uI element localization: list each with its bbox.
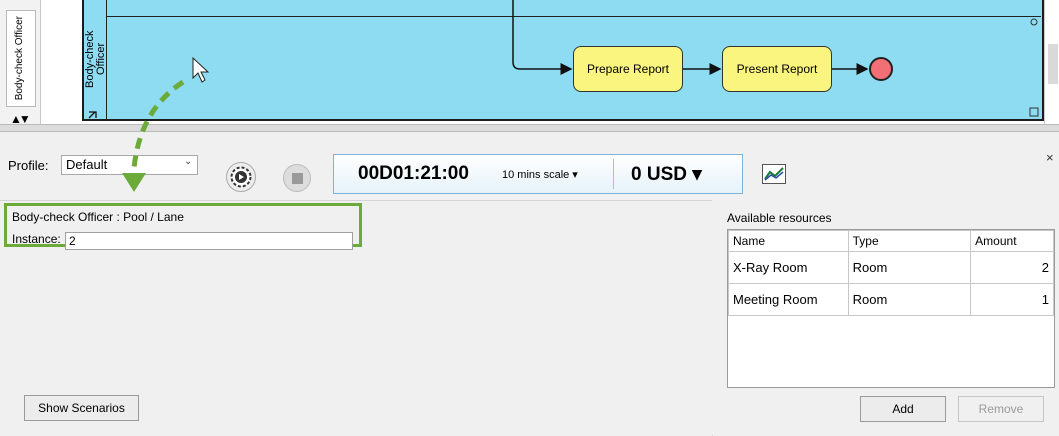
task-present-report[interactable]: Present Report — [722, 46, 832, 92]
column-header-amount[interactable]: Amount — [970, 230, 1054, 252]
chart-icon[interactable] — [762, 164, 786, 184]
time-scale-dropdown[interactable]: 10 mins scale ▾ — [502, 168, 578, 181]
task-prepare-report[interactable]: Prepare Report — [573, 46, 683, 92]
close-icon[interactable]: × — [1046, 150, 1054, 165]
lane-corner-handle — [1030, 18, 1038, 26]
status-separator — [613, 159, 614, 189]
cell-name[interactable]: Meeting Room — [728, 283, 849, 316]
table-row[interactable]: Meeting Room Room 1 — [728, 283, 1054, 316]
cell-amount[interactable]: 2 — [970, 251, 1054, 284]
properties-title: Body-check Officer : Pool / Lane — [12, 210, 184, 224]
cell-type[interactable]: Room — [847, 283, 972, 316]
scrollbar-thumb[interactable] — [1048, 44, 1058, 84]
run-simulation-button[interactable] — [226, 162, 256, 192]
task-present-label: Present Report — [736, 62, 818, 76]
add-resource-button[interactable]: Add — [860, 396, 946, 422]
remove-resource-button[interactable]: Remove — [958, 396, 1044, 422]
table-row[interactable]: X-Ray Room Room 2 — [728, 251, 1054, 284]
instance-input[interactable]: 2 — [65, 232, 353, 250]
flow-to-prepare — [512, 0, 573, 75]
table-header-row: Name Type Amount — [728, 230, 1054, 252]
profile-label: Profile: — [8, 158, 49, 173]
task-prepare-label: Prepare Report — [586, 62, 670, 76]
annotation-arrowhead — [122, 173, 146, 192]
profile-select[interactable]: Default — [61, 155, 198, 175]
stop-simulation-button[interactable] — [283, 164, 311, 192]
cost-dropdown[interactable]: 0 USD ▾ — [631, 163, 702, 186]
instance-label: Instance: — [12, 232, 61, 246]
simulation-time: 00D01:21:00 — [358, 163, 469, 184]
end-event[interactable] — [869, 57, 893, 81]
cell-type[interactable]: Room — [847, 251, 972, 284]
column-header-name[interactable]: Name — [728, 230, 849, 252]
split-pane-divider[interactable] — [0, 124, 1059, 132]
lane-resize-handle — [1029, 107, 1039, 117]
lane-expand-icon — [88, 111, 97, 119]
show-scenarios-button[interactable]: Show Scenarios — [24, 395, 139, 421]
play-icon — [230, 166, 252, 188]
column-header-type[interactable]: Type — [847, 230, 972, 252]
cell-name[interactable]: X-Ray Room — [728, 251, 849, 284]
cell-amount[interactable]: 1 — [970, 283, 1054, 316]
resources-title: Available resources — [727, 211, 832, 225]
sequence-flows — [88, 0, 1039, 119]
stop-icon — [291, 172, 303, 184]
resources-table[interactable]: Name Type Amount X-Ray Room Room 2 Meeti… — [727, 229, 1055, 388]
chevron-down-icon[interactable]: ⌄ — [184, 156, 192, 167]
